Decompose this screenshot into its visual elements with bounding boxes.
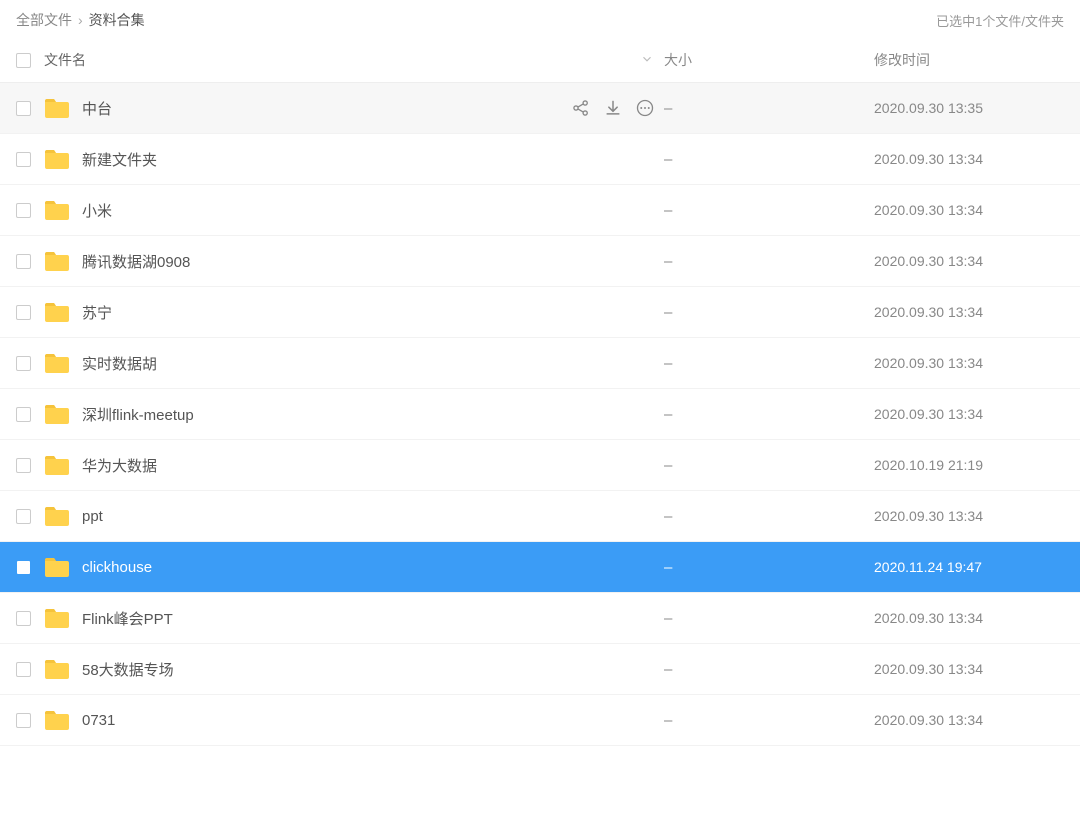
file-time: 2020.11.24 19:47 <box>874 559 1064 575</box>
folder-icon <box>44 403 70 425</box>
file-name[interactable]: 实时数据胡 <box>82 353 157 374</box>
row-checkbox[interactable] <box>16 611 31 626</box>
folder-icon <box>44 148 70 170</box>
folder-icon <box>44 505 70 527</box>
file-name[interactable]: 新建文件夹 <box>82 149 157 170</box>
folder-icon <box>44 97 70 119</box>
row-checkbox[interactable] <box>16 101 31 116</box>
file-name[interactable]: 华为大数据 <box>82 455 157 476</box>
file-size: – <box>664 661 874 678</box>
file-size: – <box>664 304 874 321</box>
download-icon[interactable] <box>602 97 624 119</box>
file-size: – <box>664 406 874 423</box>
file-size: – <box>664 253 874 270</box>
file-time: 2020.09.30 13:34 <box>874 151 1064 167</box>
share-icon[interactable] <box>570 97 592 119</box>
table-row[interactable]: 新建文件夹 –2020.09.30 13:34 <box>0 134 1080 185</box>
file-time: 2020.09.30 13:35 <box>874 100 1064 116</box>
file-size: – <box>664 202 874 219</box>
table-row[interactable]: 中台 –2020.09.30 13:35 <box>0 83 1080 134</box>
table-row[interactable]: 实时数据胡 –2020.09.30 13:34 <box>0 338 1080 389</box>
file-size: – <box>664 508 874 525</box>
file-time: 2020.09.30 13:34 <box>874 661 1064 677</box>
table-row[interactable]: 58大数据专场 –2020.09.30 13:34 <box>0 644 1080 695</box>
file-size: – <box>664 151 874 168</box>
row-checkbox[interactable] <box>16 509 31 524</box>
file-time: 2020.09.30 13:34 <box>874 202 1064 218</box>
file-name[interactable]: Flink峰会PPT <box>82 608 173 629</box>
file-name[interactable]: 中台 <box>82 98 112 119</box>
folder-icon <box>44 607 70 629</box>
table-header: 文件名 大小 修改时间 <box>0 38 1080 83</box>
column-time-header[interactable]: 修改时间 <box>874 50 1064 70</box>
file-size: – <box>664 712 874 729</box>
chevron-down-icon[interactable] <box>640 52 654 69</box>
row-checkbox[interactable] <box>16 203 31 218</box>
file-time: 2020.10.19 21:19 <box>874 457 1064 473</box>
row-checkbox[interactable] <box>16 662 31 677</box>
select-all-checkbox[interactable] <box>16 53 31 68</box>
row-checkbox[interactable] <box>16 713 31 728</box>
file-name[interactable]: 苏宁 <box>82 302 112 323</box>
top-bar: 全部文件 › 资料合集 已选中1个文件/文件夹 <box>0 0 1080 38</box>
table-row[interactable]: 华为大数据 –2020.10.19 21:19 <box>0 440 1080 491</box>
row-checkbox[interactable] <box>16 356 31 371</box>
file-name[interactable]: 小米 <box>82 200 112 221</box>
row-actions <box>570 97 656 119</box>
file-size: – <box>664 355 874 372</box>
selection-status: 已选中1个文件/文件夹 <box>936 11 1064 30</box>
file-name[interactable]: ppt <box>82 508 103 525</box>
row-checkbox[interactable] <box>16 458 31 473</box>
row-checkbox[interactable] <box>16 254 31 269</box>
file-size: – <box>664 559 874 576</box>
table-row[interactable]: 0731 –2020.09.30 13:34 <box>0 695 1080 746</box>
row-checkbox[interactable] <box>16 305 31 320</box>
breadcrumb: 全部文件 › 资料合集 <box>16 10 145 30</box>
table-row[interactable]: ppt –2020.09.30 13:34 <box>0 491 1080 542</box>
file-time: 2020.09.30 13:34 <box>874 304 1064 320</box>
folder-icon <box>44 556 70 578</box>
file-size: – <box>664 100 874 117</box>
column-size-header[interactable]: 大小 <box>664 50 874 70</box>
file-time: 2020.09.30 13:34 <box>874 406 1064 422</box>
file-size: – <box>664 457 874 474</box>
more-icon[interactable] <box>634 97 656 119</box>
folder-icon <box>44 199 70 221</box>
file-time: 2020.09.30 13:34 <box>874 508 1064 524</box>
file-name[interactable]: clickhouse <box>82 559 152 576</box>
chevron-right-icon: › <box>78 12 83 28</box>
row-checkbox[interactable] <box>16 407 31 422</box>
table-row[interactable]: 深圳flink-meetup –2020.09.30 13:34 <box>0 389 1080 440</box>
table-row[interactable]: 苏宁 –2020.09.30 13:34 <box>0 287 1080 338</box>
file-name[interactable]: 58大数据专场 <box>82 659 174 680</box>
file-time: 2020.09.30 13:34 <box>874 253 1064 269</box>
table-row[interactable]: 腾讯数据湖0908 –2020.09.30 13:34 <box>0 236 1080 287</box>
table-row[interactable]: 小米 –2020.09.30 13:34 <box>0 185 1080 236</box>
file-size: – <box>664 610 874 627</box>
folder-icon <box>44 454 70 476</box>
file-name[interactable]: 0731 <box>82 712 115 729</box>
file-time: 2020.09.30 13:34 <box>874 712 1064 728</box>
row-checkbox[interactable] <box>16 560 31 575</box>
column-name-header[interactable]: 文件名 <box>44 50 664 70</box>
folder-icon <box>44 250 70 272</box>
file-time: 2020.09.30 13:34 <box>874 355 1064 371</box>
table-row[interactable]: clickhouse –2020.11.24 19:47 <box>0 542 1080 593</box>
row-checkbox[interactable] <box>16 152 31 167</box>
folder-icon <box>44 352 70 374</box>
column-name-label: 文件名 <box>44 50 86 70</box>
file-list: 中台–2020.09.30 13:35新建文件夹–2020.09.30 13:3… <box>0 83 1080 746</box>
breadcrumb-current[interactable]: 资料合集 <box>89 10 145 30</box>
table-row[interactable]: Flink峰会PPT –2020.09.30 13:34 <box>0 593 1080 644</box>
breadcrumb-root[interactable]: 全部文件 <box>16 10 72 30</box>
file-name[interactable]: 腾讯数据湖0908 <box>82 251 190 272</box>
file-name[interactable]: 深圳flink-meetup <box>82 404 194 425</box>
folder-icon <box>44 301 70 323</box>
folder-icon <box>44 709 70 731</box>
file-time: 2020.09.30 13:34 <box>874 610 1064 626</box>
folder-icon <box>44 658 70 680</box>
